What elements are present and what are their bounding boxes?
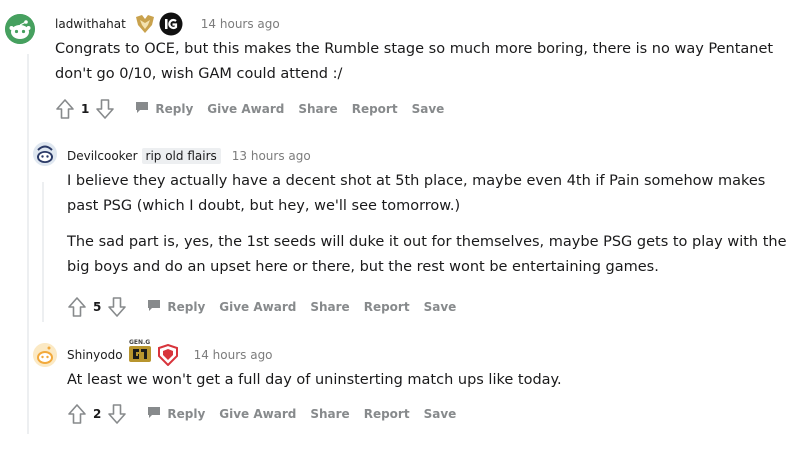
- report-button[interactable]: Report: [364, 407, 410, 421]
- comment-paragraph: At least we won't get a full day of unin…: [67, 372, 562, 388]
- comment-actions: 5 Reply Give Award Share Report Save: [65, 295, 456, 319]
- reply-button[interactable]: Reply: [147, 406, 205, 422]
- save-button[interactable]: Save: [424, 300, 457, 314]
- downvote-icon[interactable]: [105, 295, 129, 319]
- username[interactable]: Devilcooker: [67, 149, 138, 163]
- reddit-snoo-icon: [33, 343, 57, 367]
- thread-line[interactable]: [27, 54, 29, 434]
- report-button[interactable]: Report: [364, 300, 410, 314]
- avatar[interactable]: [33, 142, 57, 166]
- reply-button[interactable]: Reply: [147, 299, 205, 315]
- report-button[interactable]: Report: [352, 102, 398, 116]
- user-flair: rip old flairs: [141, 148, 221, 164]
- upvote-icon[interactable]: [53, 97, 77, 121]
- upvote-icon[interactable]: [65, 402, 89, 426]
- vote-score: 2: [93, 407, 102, 421]
- lgd-team-logo-icon: [156, 344, 180, 366]
- comment-body: Congrats to OCE, but this makes the Rumb…: [55, 37, 775, 87]
- comment-body: I believe they actually have a decent sh…: [67, 169, 800, 280]
- reply-label: Reply: [155, 102, 194, 116]
- give-award-button[interactable]: Give Award: [219, 300, 296, 314]
- give-award-button[interactable]: Give Award: [219, 407, 296, 421]
- vote-score: 1: [81, 102, 90, 116]
- save-button[interactable]: Save: [424, 407, 457, 421]
- thread-line[interactable]: [42, 182, 44, 322]
- avatar[interactable]: [5, 14, 35, 44]
- give-award-button[interactable]: Give Award: [207, 102, 284, 116]
- vote-score: 5: [93, 300, 102, 314]
- reddit-snoo-icon: [33, 142, 57, 166]
- comment-bubble-icon: [147, 406, 161, 422]
- reply-label: Reply: [167, 407, 206, 421]
- upvote-icon[interactable]: [65, 295, 89, 319]
- avatar[interactable]: [33, 343, 57, 367]
- comment-actions: 1 Reply Give Award Share Report Save: [53, 97, 444, 121]
- downvote-icon[interactable]: [105, 402, 129, 426]
- timestamp[interactable]: 13 hours ago: [232, 149, 311, 163]
- share-button[interactable]: Share: [298, 102, 337, 116]
- reply-button[interactable]: Reply: [135, 101, 193, 117]
- comment-bubble-icon: [135, 101, 149, 117]
- comment-paragraph: Congrats to OCE, but this makes the Rumb…: [55, 41, 774, 82]
- share-button[interactable]: Share: [310, 407, 349, 421]
- username[interactable]: ladwithahat: [55, 17, 126, 31]
- share-button[interactable]: Share: [310, 300, 349, 314]
- rng-team-logo-icon: [134, 14, 156, 34]
- comment-bubble-icon: [147, 299, 161, 315]
- ig-team-logo-icon: [159, 12, 183, 36]
- username[interactable]: Shinyodo: [67, 348, 123, 362]
- gen-g-badge-text: GEN.G: [128, 338, 151, 346]
- gen-g-team-logo-icon: GEN.G: [128, 338, 151, 362]
- comment-paragraph: The sad part is, yes, the 1st seeds will…: [67, 234, 787, 275]
- comment-actions: 2 Reply Give Award Share Report Save: [65, 402, 456, 426]
- timestamp[interactable]: 14 hours ago: [201, 17, 280, 31]
- reply-label: Reply: [167, 300, 206, 314]
- comment-paragraph: I believe they actually have a decent sh…: [67, 173, 766, 214]
- reddit-snoo-icon: [5, 14, 35, 44]
- comment-body: At least we won't get a full day of unin…: [67, 368, 787, 393]
- save-button[interactable]: Save: [412, 102, 445, 116]
- timestamp[interactable]: 14 hours ago: [194, 348, 273, 362]
- downvote-icon[interactable]: [93, 97, 117, 121]
